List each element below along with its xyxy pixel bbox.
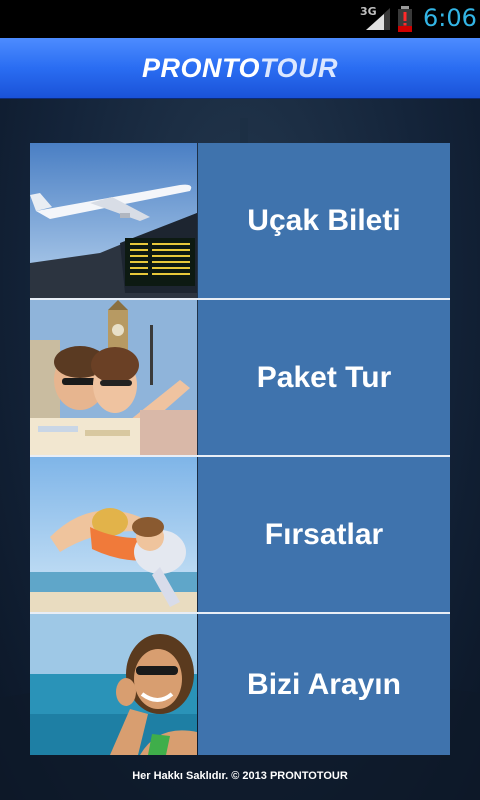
menu-item-call-us[interactable]: Bizi Arayın: [30, 614, 450, 769]
signal-icon: [366, 8, 390, 30]
menu-tile-call-us: Bizi Arayın: [198, 614, 450, 755]
menu-tile-package-tour: Paket Tur: [198, 300, 450, 455]
airplane-airport-photo: [30, 143, 197, 298]
footer-copyright: Her Hakkı Saklıdır. © 2013 PRONTOTOUR: [132, 770, 348, 782]
battery-alert-icon: [398, 6, 412, 32]
main-menu: Uçak Bileti Paket Tur Fırsatlar Bizi Ara…: [30, 143, 450, 755]
menu-label-flight-ticket: Uçak Bileti: [247, 203, 401, 237]
couple-big-ben-photo: [30, 300, 197, 455]
logo-suffix: TOUR: [260, 53, 339, 83]
menu-item-flight-ticket[interactable]: Uçak Bileti: [30, 143, 450, 298]
menu-item-deals[interactable]: Fırsatlar: [30, 457, 450, 612]
menu-item-package-tour[interactable]: Paket Tur: [30, 300, 450, 455]
status-bar: 3G 6:06: [0, 0, 480, 38]
family-beach-photo: [30, 457, 197, 612]
menu-label-call-us: Bizi Arayın: [247, 667, 401, 701]
menu-label-deals: Fırsatlar: [264, 517, 384, 551]
woman-phone-gesture-photo: [30, 614, 197, 769]
logo-prefix: PRONTO: [141, 53, 260, 83]
menu-tile-deals: Fırsatlar: [198, 457, 450, 612]
clock: 6:06: [423, 4, 477, 32]
brand-logo: PRONTOTOUR: [0, 38, 480, 98]
menu-tile-flight-ticket: Uçak Bileti: [198, 143, 450, 298]
app-header: PRONTOTOUR: [0, 38, 480, 98]
menu-label-package-tour: Paket Tur: [256, 360, 392, 394]
